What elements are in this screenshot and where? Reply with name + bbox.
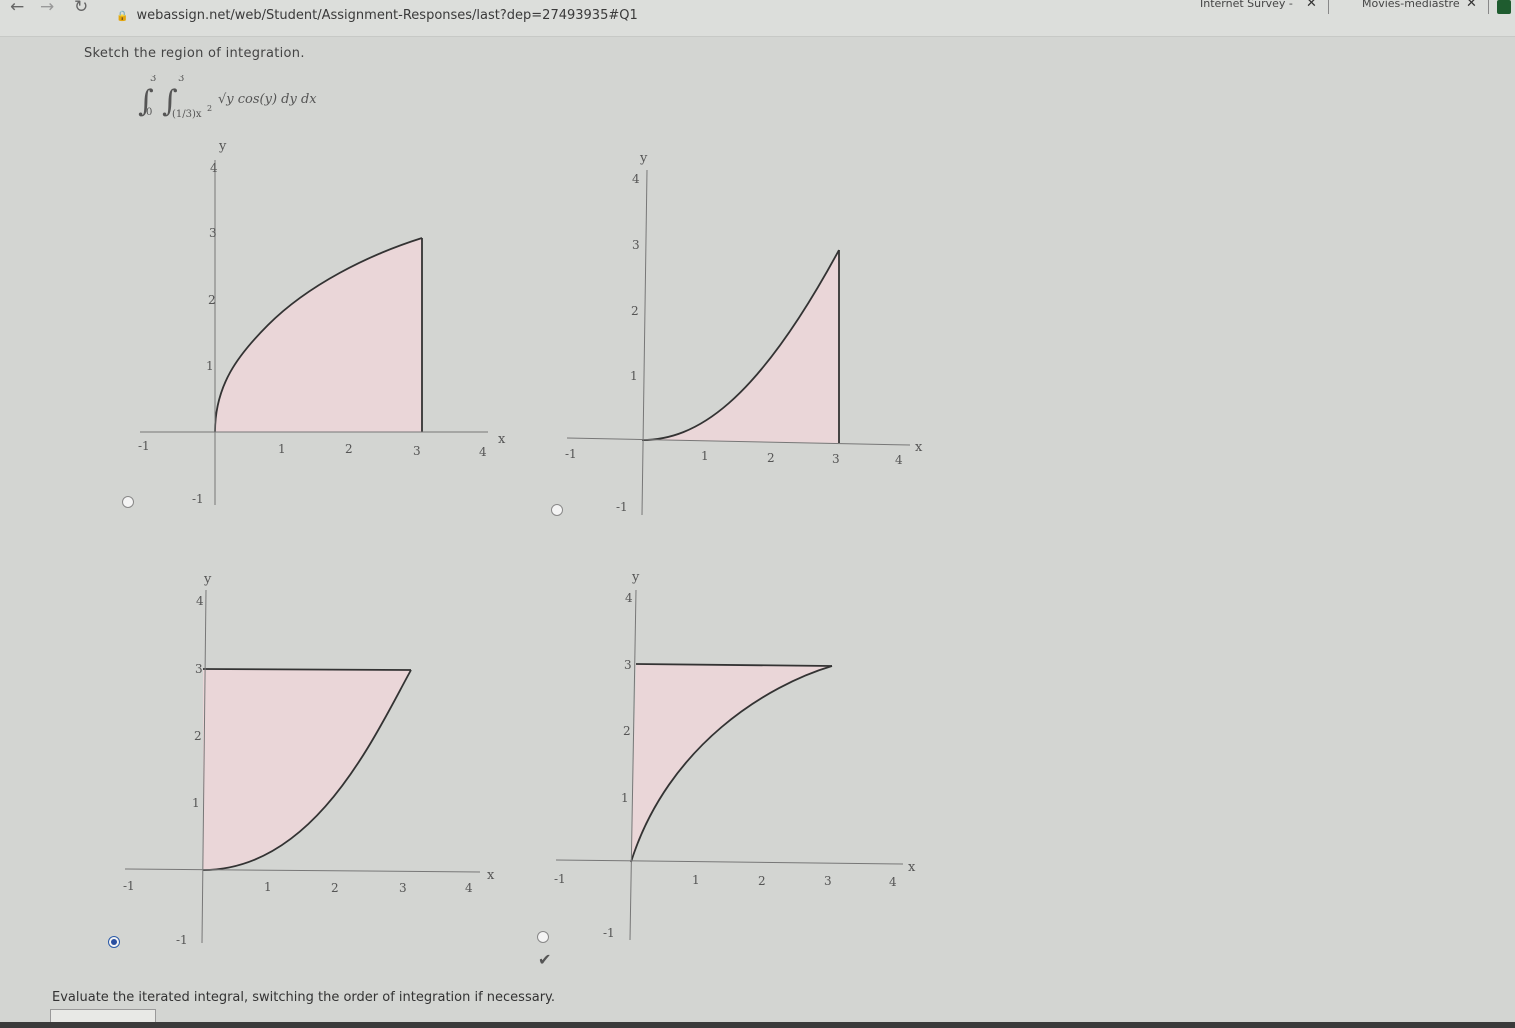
forward-icon[interactable]: → bbox=[40, 0, 54, 17]
back-icon[interactable]: ← bbox=[10, 0, 24, 17]
integral-expression: ∫ 3 0 ∫ 3 (1/3)x 2 √y cos(y) dy dx bbox=[138, 75, 317, 120]
tick-label: 2 bbox=[331, 881, 339, 895]
inner-upper-limit: 3 bbox=[178, 75, 184, 84]
tab-movies[interactable]: Movies-mediastre bbox=[1362, 0, 1460, 10]
tick-label: 2 bbox=[623, 724, 631, 738]
question-prompt: Sketch the region of integration. bbox=[84, 46, 305, 61]
next-question-instruction: Evaluate the iterated integral, switchin… bbox=[52, 990, 556, 1005]
reload-icon[interactable]: ↻ bbox=[74, 0, 88, 17]
tick-label: 2 bbox=[758, 874, 766, 888]
tick-label: 1 bbox=[630, 369, 638, 383]
tick-label: 3 bbox=[624, 658, 632, 672]
x-axis-label: x bbox=[498, 432, 506, 447]
x-axis-label: x bbox=[487, 868, 495, 883]
screen-bezel bbox=[0, 1022, 1515, 1028]
tick-label: 3 bbox=[399, 881, 407, 895]
region-fill bbox=[631, 664, 832, 862]
outer-lower-limit: 0 bbox=[146, 107, 152, 118]
tick-label: 4 bbox=[479, 445, 487, 459]
inner-lower-exponent: 2 bbox=[207, 104, 212, 113]
tab-divider bbox=[1488, 0, 1489, 14]
tick-label: 4 bbox=[465, 881, 473, 895]
tick-label: -1 bbox=[603, 926, 615, 940]
tick-label: -1 bbox=[565, 447, 577, 461]
tick-label: 3 bbox=[832, 452, 840, 466]
graph-option-b: x y -1 1 2 3 4 4 3 2 1 -1 bbox=[565, 151, 923, 516]
tick-label: 4 bbox=[895, 453, 903, 467]
outer-upper-limit: 3 bbox=[150, 75, 156, 84]
tick-label: -1 bbox=[554, 872, 566, 886]
region-fill bbox=[203, 669, 411, 870]
tick-label: 1 bbox=[264, 880, 272, 894]
tab-divider bbox=[1328, 0, 1329, 14]
tick-label: 4 bbox=[632, 172, 640, 186]
tick-label: 1 bbox=[192, 796, 200, 810]
tick-label: 4 bbox=[210, 161, 218, 175]
inner-lower-limit: (1/3)x bbox=[172, 109, 202, 120]
close-tab-icon[interactable]: ✕ bbox=[1306, 0, 1317, 11]
browser-toolbar: ← → ↻ 🔒 webassign.net/web/Student/Assignm… bbox=[0, 0, 1515, 37]
region-fill bbox=[642, 250, 839, 443]
x-axis bbox=[124, 868, 481, 873]
graph-option-d: x y -1 1 2 3 4 4 3 2 1 -1 bbox=[554, 570, 916, 941]
address-bar[interactable]: 🔒 webassign.net/web/Student/Assignment-Re… bbox=[116, 8, 638, 23]
tick-label: 4 bbox=[196, 594, 204, 608]
radio-option-b[interactable] bbox=[551, 504, 563, 516]
tick-label: -1 bbox=[138, 439, 150, 453]
tick-label: -1 bbox=[616, 500, 628, 514]
x-axis-label: x bbox=[908, 860, 916, 875]
tick-label: 3 bbox=[824, 874, 832, 888]
radio-option-d[interactable] bbox=[537, 931, 549, 943]
tick-label: 1 bbox=[692, 873, 700, 887]
region-fill bbox=[215, 238, 422, 432]
x-axis-label: x bbox=[915, 440, 923, 455]
tick-label: 1 bbox=[206, 359, 214, 373]
tab-internet-survey[interactable]: Internet Survey - bbox=[1200, 0, 1293, 10]
tick-label: 1 bbox=[621, 791, 629, 805]
tick-label: 2 bbox=[631, 304, 639, 318]
integrand: √y cos(y) dy dx bbox=[218, 92, 317, 107]
tick-label: 2 bbox=[208, 293, 216, 307]
y-axis bbox=[641, 169, 648, 516]
radio-option-c[interactable] bbox=[108, 936, 120, 948]
check-icon: ✔ bbox=[538, 950, 552, 969]
tick-label: 2 bbox=[194, 729, 202, 743]
y-axis-label: y bbox=[639, 151, 648, 166]
close-tab-icon[interactable]: ✕ bbox=[1466, 0, 1477, 11]
tick-label: 3 bbox=[632, 238, 640, 252]
tick-label: -1 bbox=[123, 879, 135, 893]
tick-label: 4 bbox=[625, 591, 633, 605]
x-axis bbox=[555, 859, 904, 865]
y-axis-label: y bbox=[631, 570, 640, 585]
tick-label: 4 bbox=[889, 875, 897, 889]
graph-option-c: x y -1 1 2 3 4 4 3 2 1 -1 bbox=[123, 572, 495, 947]
boundary-line bbox=[202, 668, 412, 671]
url-text: webassign.net/web/Student/Assignment-Res… bbox=[136, 8, 638, 23]
tick-label: 3 bbox=[413, 444, 421, 458]
tick-label: -1 bbox=[176, 933, 188, 947]
tick-label: 3 bbox=[195, 662, 203, 676]
tick-label: 2 bbox=[767, 451, 775, 465]
extension-icon[interactable] bbox=[1497, 0, 1511, 14]
tick-label: 3 bbox=[209, 226, 217, 240]
tick-label: 2 bbox=[345, 442, 353, 456]
graph-option-a: x y -1 1 2 3 4 4 3 2 1 -1 bbox=[138, 139, 506, 506]
tick-label: 1 bbox=[701, 449, 709, 463]
y-axis-label: y bbox=[218, 139, 227, 154]
lock-icon: 🔒 bbox=[116, 11, 129, 22]
tick-label: -1 bbox=[192, 492, 204, 506]
y-axis-label: y bbox=[203, 572, 212, 587]
radio-option-a[interactable] bbox=[122, 496, 134, 508]
tick-label: 1 bbox=[278, 442, 286, 456]
